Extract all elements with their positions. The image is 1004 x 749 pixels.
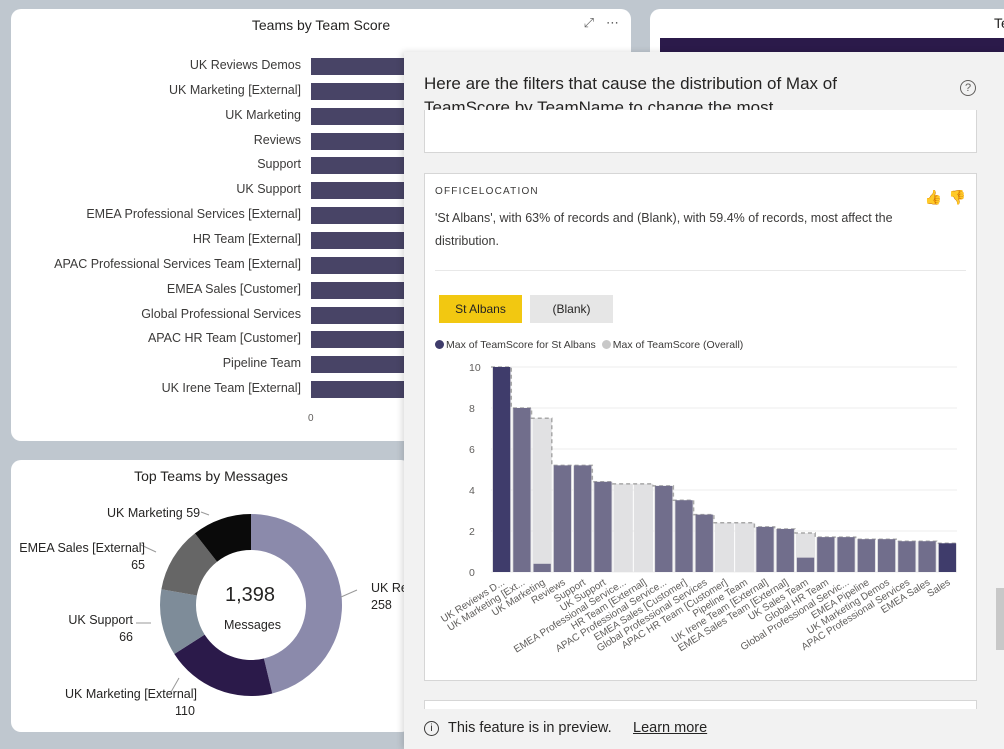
x-axis-zero-label: 0 [308, 413, 314, 424]
bar-label: UK Marketing [225, 107, 301, 122]
st-albans-bar[interactable] [756, 526, 774, 572]
top-right-card-title: Te [994, 15, 1004, 31]
donut-label-uk-reviews-value: 258 [371, 598, 392, 612]
legend-dot-st-albans [435, 340, 444, 349]
team-score-bar[interactable] [311, 356, 415, 374]
donut-total: 1,398 [225, 584, 276, 606]
dislike-icon[interactable]: 👎 [949, 189, 966, 206]
help-icon[interactable]: ? [960, 80, 976, 96]
donut-label-uk-marketing-external-value: 110 [175, 704, 195, 718]
bar-label: Reviews [253, 132, 301, 147]
bar-label: APAC Professional Services Team [Externa… [54, 256, 301, 271]
st-albans-bar[interactable] [857, 539, 875, 572]
overall-bar[interactable] [532, 418, 552, 572]
bar-label: APAC HR Team [Customer] [147, 331, 301, 346]
donut-label-uk-marketing-external-name: UK Marketing [External] [65, 687, 197, 701]
filter-chip-blank[interactable]: (Blank) [530, 295, 613, 323]
y-tick-label: 8 [469, 403, 475, 415]
y-tick-label: 0 [469, 567, 475, 579]
divider [435, 270, 966, 271]
bar-label: Support [257, 157, 301, 172]
messages-card: Top Teams by Messages 1,398 Messages UK … [11, 460, 411, 732]
team-score-bar[interactable] [311, 331, 415, 349]
panel-scrollbar[interactable] [996, 588, 1004, 650]
chart-legend: Max of TeamScore for St Albans Max of Te… [435, 339, 743, 351]
previous-insight-card [424, 110, 977, 153]
legend-label-overall: Max of TeamScore (Overall) [612, 339, 744, 351]
insight-result-card: OFFICELOCATION 👍 👎 'St Albans', with 63%… [424, 173, 977, 681]
st-albans-bar[interactable] [574, 465, 592, 572]
st-albans-bar[interactable] [533, 563, 551, 572]
donut-label-uk-reviews: UK Re 258 [371, 580, 408, 614]
team-score-title: Teams by Team Score [251, 17, 391, 33]
st-albans-bar[interactable] [796, 557, 815, 572]
st-albans-bar[interactable] [817, 537, 835, 572]
st-albans-bar[interactable] [594, 481, 612, 572]
card-header-icons: ⤢ ⋯ [584, 15, 619, 31]
y-tick-label: 10 [469, 362, 481, 374]
donut-label-uk-marketing-external: UK Marketing [External] 110 [65, 686, 197, 720]
donut-label-uk-support-value: 66 [119, 630, 133, 644]
st-albans-bar[interactable] [776, 528, 794, 572]
like-icon[interactable]: 👍 [925, 189, 942, 206]
preview-notice: This feature is in preview. [448, 720, 612, 736]
field-name-label: OFFICELOCATION [435, 186, 539, 197]
st-albans-bar[interactable] [938, 543, 956, 572]
st-albans-bar[interactable] [898, 541, 916, 572]
legend-label-st-albans: Max of TeamScore for St Albans [446, 339, 596, 351]
donut-label-uk-support: UK Support 66 [68, 612, 133, 646]
bar-label: EMEA Professional Services [External] [86, 207, 301, 222]
distribution-chart: 0246810UK Reviews D...UK Marketing [Ext.… [439, 362, 957, 655]
bar-label: Global Professional Services [141, 306, 301, 321]
x-category-label: Sales [925, 577, 952, 600]
st-albans-bar[interactable] [655, 485, 673, 572]
learn-more-link[interactable]: Learn more [633, 720, 707, 736]
overall-bar[interactable] [714, 522, 735, 572]
focus-mode-icon[interactable]: ⤢ [584, 15, 594, 31]
bar-label: HR Team [External] [192, 231, 301, 246]
insights-panel: Here are the filters that cause the dist… [404, 52, 1004, 749]
bar-label: Pipeline Team [222, 356, 301, 371]
st-albans-bar[interactable] [837, 537, 855, 572]
donut-label-emea-sales-value: 65 [131, 558, 145, 572]
legend-item-overall: Max of TeamScore (Overall) [601, 339, 744, 351]
donut-label-uk-reviews-name: UK Re [371, 581, 408, 595]
overall-bar[interactable] [735, 522, 755, 572]
y-tick-label: 6 [469, 444, 475, 456]
overall-bar[interactable] [613, 483, 633, 572]
bar-label: UK Marketing [External] [169, 82, 301, 97]
overall-bar[interactable] [633, 483, 654, 572]
donut-total-label: Messages [224, 618, 281, 632]
insight-description: 'St Albans', with 63% of records and (Bl… [435, 211, 893, 248]
st-albans-bar[interactable] [493, 367, 511, 572]
bar-label: EMEA Sales [Customer] [166, 281, 301, 296]
st-albans-bar[interactable] [695, 514, 713, 572]
info-icon: i [424, 721, 439, 736]
donut-leader-line [200, 511, 210, 516]
st-albans-bar[interactable] [553, 465, 572, 572]
y-tick-label: 4 [469, 485, 475, 497]
bar-label: UK Irene Team [External] [161, 381, 301, 396]
legend-dot-overall [601, 340, 611, 349]
preview-footer: i This feature is in preview. Learn more [404, 709, 1004, 749]
donut-label-emea-sales: EMEA Sales [External] 65 [19, 540, 145, 574]
bar-label: UK Support [236, 182, 301, 197]
team-score-bar[interactable] [311, 381, 406, 399]
st-albans-bar[interactable] [513, 408, 531, 572]
bar-label: UK Reviews Demos [189, 58, 301, 72]
legend-item-st-albans: Max of TeamScore for St Albans [435, 339, 596, 351]
donut-label-uk-support-name: UK Support [68, 613, 133, 627]
more-options-icon[interactable]: ⋯ [606, 15, 619, 31]
st-albans-bar[interactable] [675, 500, 693, 572]
donut-leader-line [340, 589, 358, 598]
donut-label-uk-marketing: UK Marketing 59 [107, 506, 201, 520]
donut-label-emea-sales-name: EMEA Sales [External] [19, 541, 145, 555]
y-tick-label: 2 [469, 526, 475, 538]
filter-chip-st-albans[interactable]: St Albans [439, 295, 522, 323]
panel-caret [404, 58, 406, 78]
st-albans-bar[interactable] [877, 539, 896, 572]
st-albans-bar[interactable] [918, 541, 936, 572]
